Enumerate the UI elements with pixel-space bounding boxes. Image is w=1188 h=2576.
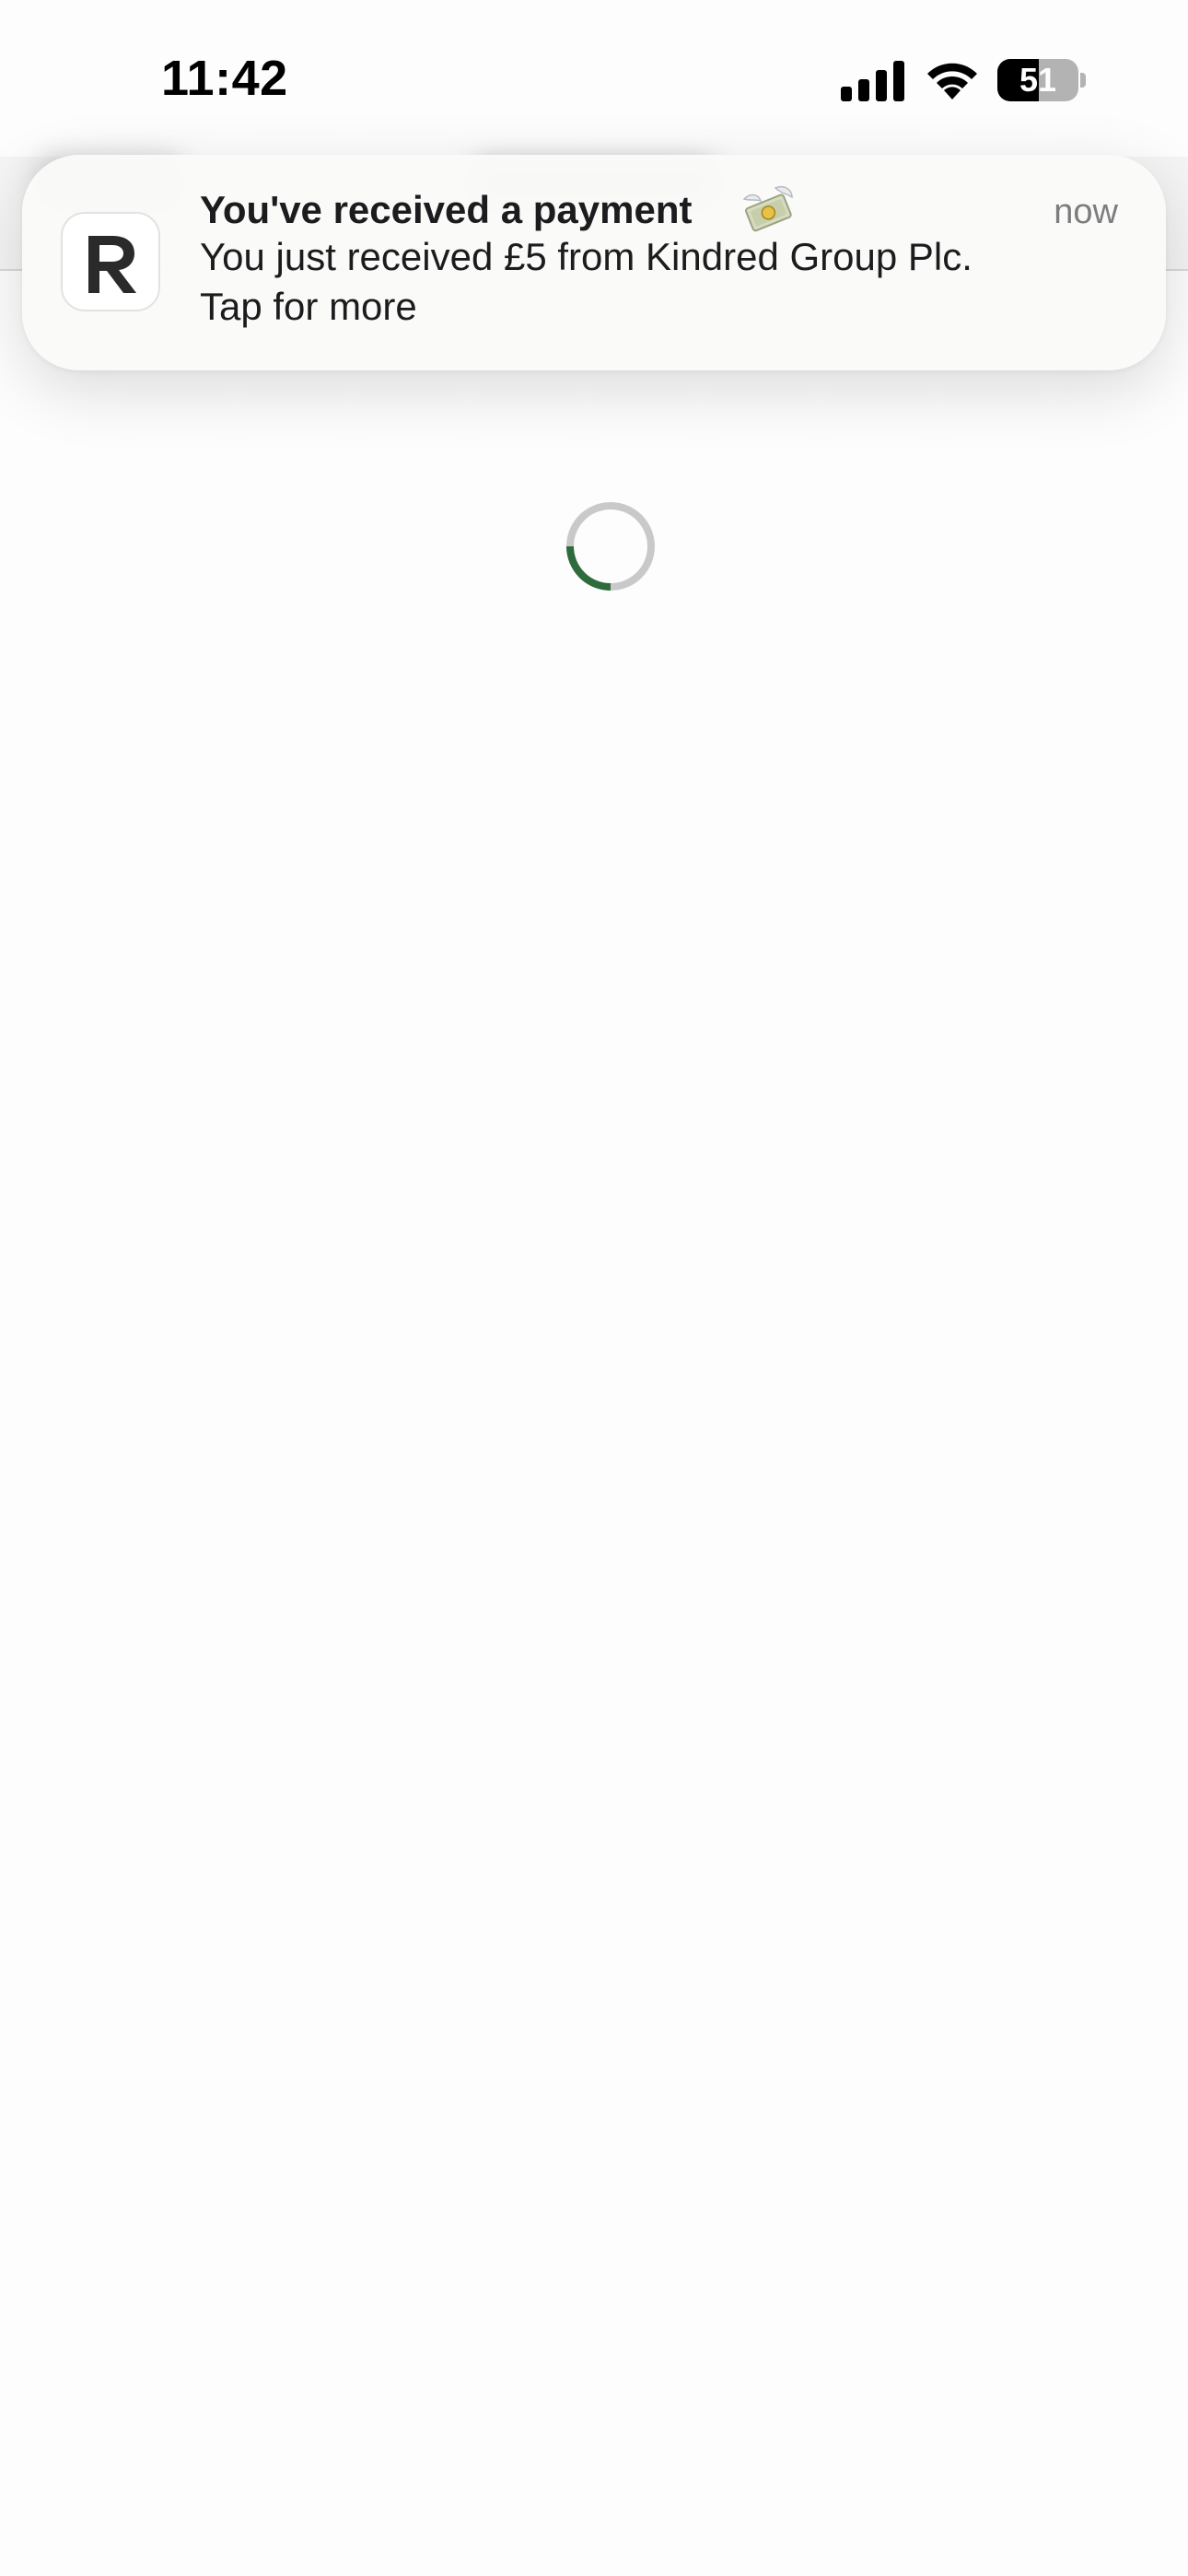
notification-body: You just received £5 from Kindred Group … (200, 232, 1121, 332)
notification-body-line-2: Tap for more (200, 285, 417, 328)
notification-title: You've received a payment (200, 188, 693, 231)
battery-icon: 51 (997, 59, 1086, 101)
notification-body-line-1: You just received £5 from Kindred Group … (200, 235, 973, 278)
loading-spinner-icon (566, 502, 655, 591)
status-time: 11:42 (161, 51, 288, 106)
r-logo-icon (88, 236, 136, 293)
wifi-icon (927, 63, 977, 100)
notification-time: now (1054, 193, 1118, 231)
cellular-signal-icon (841, 61, 904, 101)
payment-notification-banner[interactable]: You've received a payment now You just r… (22, 155, 1166, 370)
battery-percent: 51 (1019, 61, 1057, 99)
status-bar: 11:42 51 (0, 0, 1188, 157)
money-with-wings-icon (742, 186, 793, 232)
revolut-app-icon (61, 212, 160, 311)
